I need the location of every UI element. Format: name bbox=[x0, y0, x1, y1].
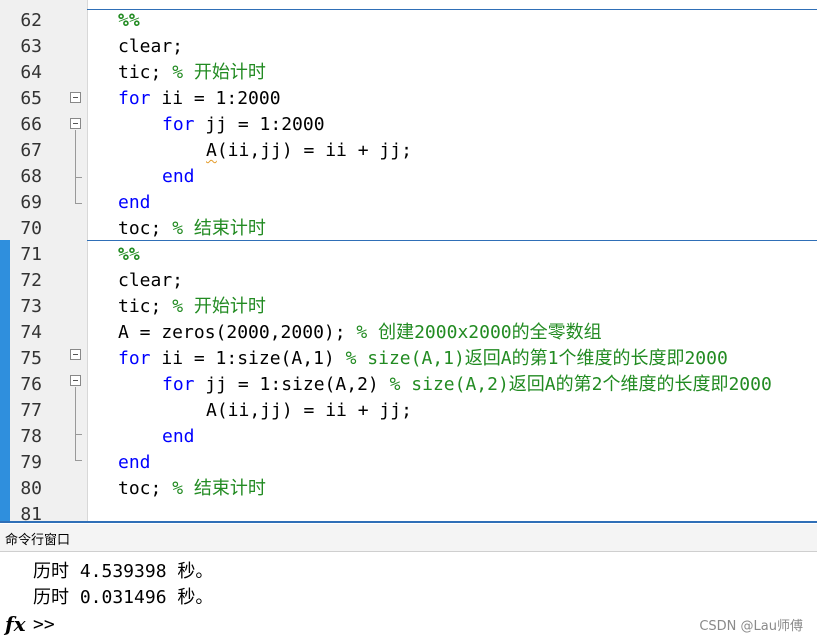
code-token: clear; bbox=[118, 36, 184, 57]
code-text: A(ii,jj) = ii + jj; bbox=[206, 398, 412, 424]
line-number: 76 bbox=[20, 374, 42, 395]
code-comment: %% bbox=[118, 10, 140, 31]
command-output-line: 历时 4.539398 秒。 bbox=[33, 561, 214, 582]
code-line[interactable]: 70 toc; % 结束计时 bbox=[0, 216, 817, 242]
code-text: end bbox=[162, 164, 195, 190]
line-number: 77 bbox=[20, 400, 42, 421]
code-token: jj = 1:2000 bbox=[194, 114, 325, 135]
code-text: A = zeros(2000,2000); % 创建2000x2000的全零数组 bbox=[118, 320, 602, 346]
code-text: tic; % 开始计时 bbox=[118, 294, 266, 320]
code-line[interactable]: 81 bbox=[0, 502, 817, 522]
code-line[interactable]: 78 end bbox=[0, 424, 817, 450]
line-number: 63 bbox=[20, 36, 42, 57]
code-keyword: for bbox=[162, 114, 195, 135]
code-comment: % size(A,1)返回A的第1个维度的长度即2000 bbox=[345, 348, 728, 369]
command-window-titlebar: 命令行窗口 bbox=[0, 524, 817, 552]
code-keyword: for bbox=[118, 88, 151, 109]
line-number: 80 bbox=[20, 478, 42, 499]
code-text: end bbox=[118, 190, 151, 216]
line-number: 69 bbox=[20, 192, 42, 213]
code-text: %% bbox=[118, 8, 140, 34]
code-text: end bbox=[162, 424, 195, 450]
line-number: 65 bbox=[20, 88, 42, 109]
code-text: for ii = 1:size(A,1) % size(A,1)返回A的第1个维… bbox=[118, 346, 728, 372]
code-text: for jj = 1:size(A,2) % size(A,2)返回A的第2个维… bbox=[162, 372, 772, 398]
code-keyword: for bbox=[162, 374, 195, 395]
code-editor[interactable]: 62%% 63 clear; 64 tic; % 开始计时 65 for ii = 1:20… bbox=[0, 0, 817, 522]
code-token: ii = 1:2000 bbox=[150, 88, 281, 109]
code-line[interactable]: 64 tic; % 开始计时 bbox=[0, 60, 817, 86]
code-line[interactable]: 63 clear; bbox=[0, 34, 817, 60]
code-line[interactable]: 66 for jj = 1:2000 bbox=[0, 112, 817, 138]
code-keyword: end bbox=[162, 426, 195, 447]
command-output-line: 历时 0.031496 秒。 bbox=[33, 587, 214, 608]
code-token: A(ii,jj) = ii + jj; bbox=[206, 400, 412, 421]
code-line[interactable]: 71%% bbox=[0, 242, 817, 268]
code-line[interactable]: 67 A(ii,jj) = ii + jj; bbox=[0, 138, 817, 164]
code-text: for jj = 1:2000 bbox=[162, 112, 325, 138]
code-comment: % 创建2000x2000的全零数组 bbox=[356, 322, 602, 343]
code-comment: %% bbox=[118, 244, 140, 265]
code-text: end bbox=[118, 450, 151, 476]
code-line[interactable]: 79 end bbox=[0, 450, 817, 476]
line-number: 72 bbox=[20, 270, 42, 291]
code-line[interactable]: 75 for ii = 1:size(A,1) % size(A,1)返回A的第1… bbox=[0, 346, 817, 372]
line-number: 67 bbox=[20, 140, 42, 161]
code-comment: % 开始计时 bbox=[172, 62, 266, 83]
editor-bottom-border bbox=[0, 521, 817, 523]
code-line[interactable]: 65 for ii = 1:2000 bbox=[0, 86, 817, 112]
line-number: 73 bbox=[20, 296, 42, 317]
line-number: 79 bbox=[20, 452, 42, 473]
line-number: 62 bbox=[20, 10, 42, 31]
code-token: toc; bbox=[118, 478, 173, 499]
command-window-title: 命令行窗口 bbox=[5, 533, 71, 548]
code-token: A bbox=[206, 140, 217, 161]
line-number: 68 bbox=[20, 166, 42, 187]
line-number: 66 bbox=[20, 114, 42, 135]
code-comment: % 结束计时 bbox=[172, 218, 266, 239]
command-prompt[interactable]: >> bbox=[33, 614, 55, 635]
code-comment: % size(A,2)返回A的第2个维度的长度即2000 bbox=[389, 374, 772, 395]
code-token: (ii,jj) = ii + jj; bbox=[216, 140, 412, 161]
code-keyword: end bbox=[118, 192, 151, 213]
line-number: 71 bbox=[20, 244, 42, 265]
code-text: toc; % 结束计时 bbox=[118, 216, 266, 242]
code-line[interactable]: 77 A(ii,jj) = ii + jj; bbox=[0, 398, 817, 424]
code-line[interactable]: 68 end bbox=[0, 164, 817, 190]
code-line[interactable]: 73 tic; % 开始计时 bbox=[0, 294, 817, 320]
code-token: jj = 1:size(A,2) bbox=[194, 374, 390, 395]
code-comment: % 开始计时 bbox=[172, 296, 266, 317]
code-keyword: end bbox=[162, 166, 195, 187]
code-keyword: for bbox=[118, 348, 151, 369]
fx-icon[interactable]: fx bbox=[5, 612, 26, 636]
line-number: 74 bbox=[20, 322, 42, 343]
code-comment: % 结束计时 bbox=[172, 478, 266, 499]
code-token: toc; bbox=[118, 218, 173, 239]
line-number: 81 bbox=[20, 504, 42, 522]
code-text: for ii = 1:2000 bbox=[118, 86, 281, 112]
code-token: tic; bbox=[118, 296, 173, 317]
code-token: A = zeros(2000,2000); bbox=[118, 322, 357, 343]
code-token: tic; bbox=[118, 62, 173, 83]
code-line[interactable]: 80 toc; % 结束计时 bbox=[0, 476, 817, 502]
code-text: clear; bbox=[118, 268, 183, 294]
code-text: %% bbox=[118, 242, 140, 268]
line-number: 64 bbox=[20, 62, 42, 83]
watermark-text: CSDN @Lau师傅 bbox=[699, 619, 803, 634]
code-token: ii = 1:size(A,1) bbox=[150, 348, 346, 369]
code-keyword: end bbox=[118, 452, 151, 473]
line-number: 78 bbox=[20, 426, 42, 447]
code-token: clear; bbox=[118, 270, 184, 291]
code-text: toc; % 结束计时 bbox=[118, 476, 266, 502]
code-line[interactable]: 74 A = zeros(2000,2000); % 创建2000x2000的全零… bbox=[0, 320, 817, 346]
code-line[interactable]: 69 end bbox=[0, 190, 817, 216]
code-line[interactable]: 76 for jj = 1:size(A,2) % size(A,2)返回A的第2… bbox=[0, 372, 817, 398]
code-text: clear; bbox=[118, 34, 183, 60]
code-text: A(ii,jj) = ii + jj; bbox=[206, 138, 412, 164]
line-number: 70 bbox=[20, 218, 42, 239]
line-number: 75 bbox=[20, 348, 42, 369]
code-text: tic; % 开始计时 bbox=[118, 60, 266, 86]
code-line[interactable]: 72 clear; bbox=[0, 268, 817, 294]
code-line[interactable]: 62%% bbox=[0, 8, 817, 34]
